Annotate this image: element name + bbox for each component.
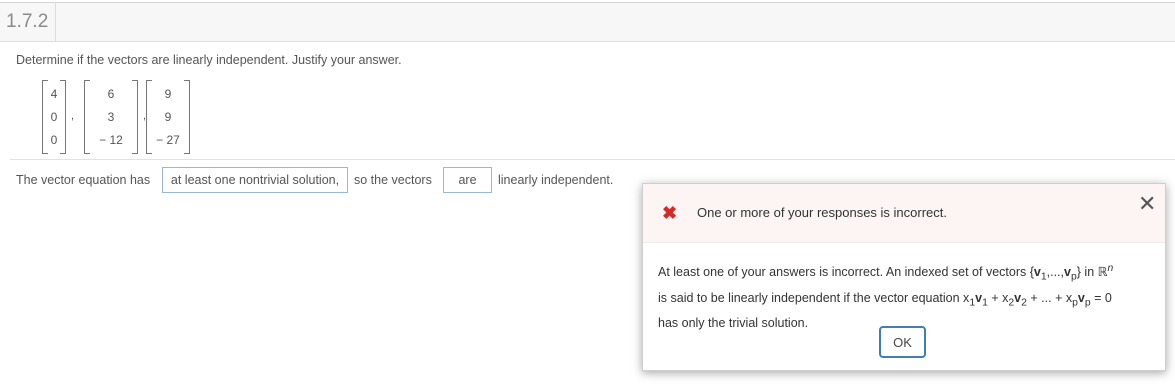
vector-entry: − 12 [99,133,123,147]
message-line-2: is said to be linearly independent if th… [658,290,1112,309]
feedback-dialog: ✖ One or more of your responses is incor… [642,183,1166,371]
ok-button[interactable]: OK [879,326,926,358]
solution-answer-box[interactable]: at least one nontrivial solution, [162,167,348,193]
dialog-header: ✖ One or more of your responses is incor… [643,184,1165,243]
header-bar [0,3,1175,42]
independence-answer-box[interactable]: are [443,167,492,193]
answer-text-1: The vector equation has [16,173,151,187]
dialog-message: At least one of your answers is incorrec… [658,258,1158,334]
section-number: 1.7.2 [0,3,56,41]
dialog-title: One or more of your responses is incorre… [697,205,947,220]
vector-entry: 4 [50,87,58,101]
error-icon: ✖ [662,203,678,223]
vector-2: 6 3 − 12 [84,80,138,154]
vector-entry: − 27 [156,133,180,147]
answer-text-2: so the vectors [354,173,432,187]
vector-entry: 9 [164,110,172,124]
vector-3: 9 9 − 27 [146,80,190,154]
answer-text-3: linearly independent. [498,173,614,187]
vector-comma: , [71,110,75,122]
vector-entry: 6 [107,87,115,101]
vector-entry: 0 [50,110,58,124]
vector-entry: 0 [50,133,58,147]
vector-entry: 3 [107,110,115,124]
divider [10,159,1175,160]
vector-1: 4 0 0 [42,80,66,154]
vector-entry: 9 [164,87,172,101]
question-prompt: Determine if the vectors are linearly in… [16,53,402,67]
message-line-1: At least one of your answers is incorrec… [658,263,1114,283]
close-icon[interactable]: ✕ [1138,192,1156,216]
